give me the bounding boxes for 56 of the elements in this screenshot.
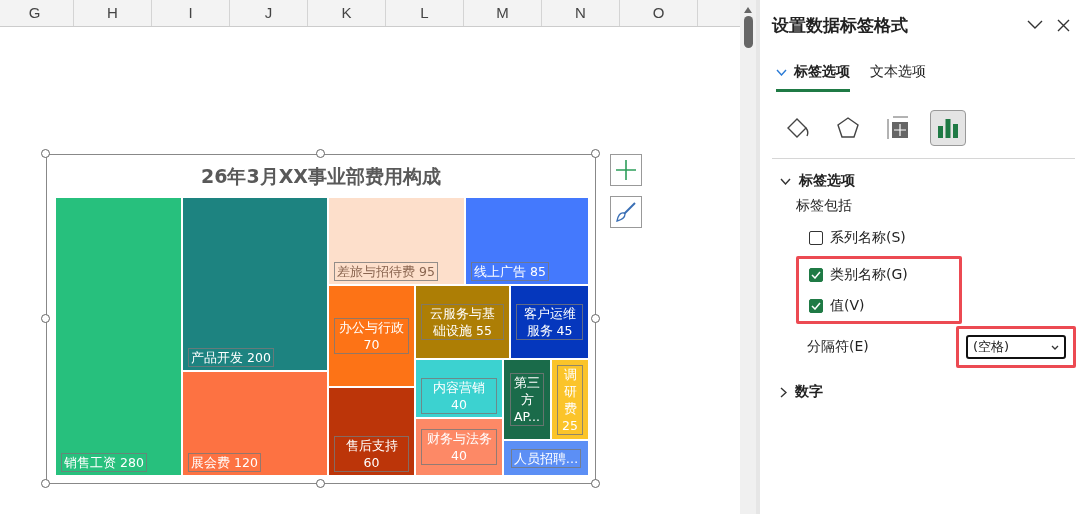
resize-handle[interactable] [41,149,50,158]
checkbox[interactable] [809,298,823,313]
tab[interactable]: 标签选项 [776,52,850,92]
caret-icon [1051,344,1059,350]
column-header[interactable]: I [152,0,230,26]
data-label[interactable]: 第三方AP... [510,373,544,426]
data-label[interactable]: 售后支持 60 [334,436,409,472]
scrollbar-thumb[interactable] [743,16,753,48]
section-subtitle: 标签包括 [795,197,853,215]
chart-title: 26年3月XX事业部费用构成 [201,164,441,189]
column-header[interactable]: G [0,0,74,26]
resize-handle[interactable] [591,314,600,323]
column-header[interactable]: N [542,0,620,26]
column-header[interactable]: L [386,0,464,26]
chart-styles-button[interactable] [610,196,642,228]
size-position-icon [885,115,911,141]
resize-handle[interactable] [41,314,50,323]
column-header[interactable]: J [230,0,308,26]
separator-dropdown[interactable]: (空格) [966,335,1066,359]
resize-handle[interactable] [591,149,600,158]
resize-handle[interactable] [591,479,600,488]
close-icon[interactable] [1057,18,1070,32]
icon-tab[interactable] [930,110,966,146]
column-header[interactable]: K [308,0,386,26]
data-label[interactable]: 产品开发 200 [188,348,274,367]
checkbox[interactable] [809,230,823,245]
data-label[interactable]: 云服务与基础设施 55 [421,304,504,340]
scroll-up-icon[interactable] [743,6,753,14]
chevron-down-icon[interactable] [1027,20,1043,30]
tab[interactable]: 文本选项 [870,52,926,92]
data-label[interactable]: 差旅与招待费 95 [334,262,438,281]
resize-handle[interactable] [41,479,50,488]
chart-elements-button[interactable] [610,154,642,186]
chevron-down-icon [780,177,791,185]
chevron-right-icon [780,386,787,398]
section-header[interactable]: 数字 [772,382,1080,402]
separator-label: 分隔符(E) [807,338,869,356]
chart-frame[interactable]: 26年3月XX事业部费用构成 销售工资 280 产品开发 200 展会费 120 差旅与招待费 95 线上广告 85 办公与行政 70 售后支持 60 云服务与基础设施 55 客户运维服务 45 内容营销 40 财务与法务 40 第三方AP... 调研费 25 人员招聘… [46,154,596,484]
checkbox-label[interactable]: 值(V) [830,296,865,315]
data-label[interactable]: 客户运维服务 45 [516,304,583,340]
chevron-down-icon [776,68,787,76]
bar-chart-icon [936,116,960,140]
plus-icon [615,159,637,181]
data-label[interactable]: 线上广告 85 [471,262,549,281]
column-header[interactable]: H [74,0,152,26]
section-header[interactable]: 标签选项 [772,171,1080,191]
checkbox-label[interactable]: 类别名称(G) [830,265,908,284]
column-header[interactable]: O [620,0,698,26]
resize-handle[interactable] [316,479,325,488]
panel-title: 设置数据标签格式 [772,13,909,37]
brush-icon [615,201,637,223]
column-header[interactable]: M [464,0,542,26]
checkbox-label[interactable]: 系列名称(S) [830,228,906,247]
pentagon-icon [835,115,861,141]
checkbox[interactable] [809,267,823,282]
resize-handle[interactable] [316,149,325,158]
